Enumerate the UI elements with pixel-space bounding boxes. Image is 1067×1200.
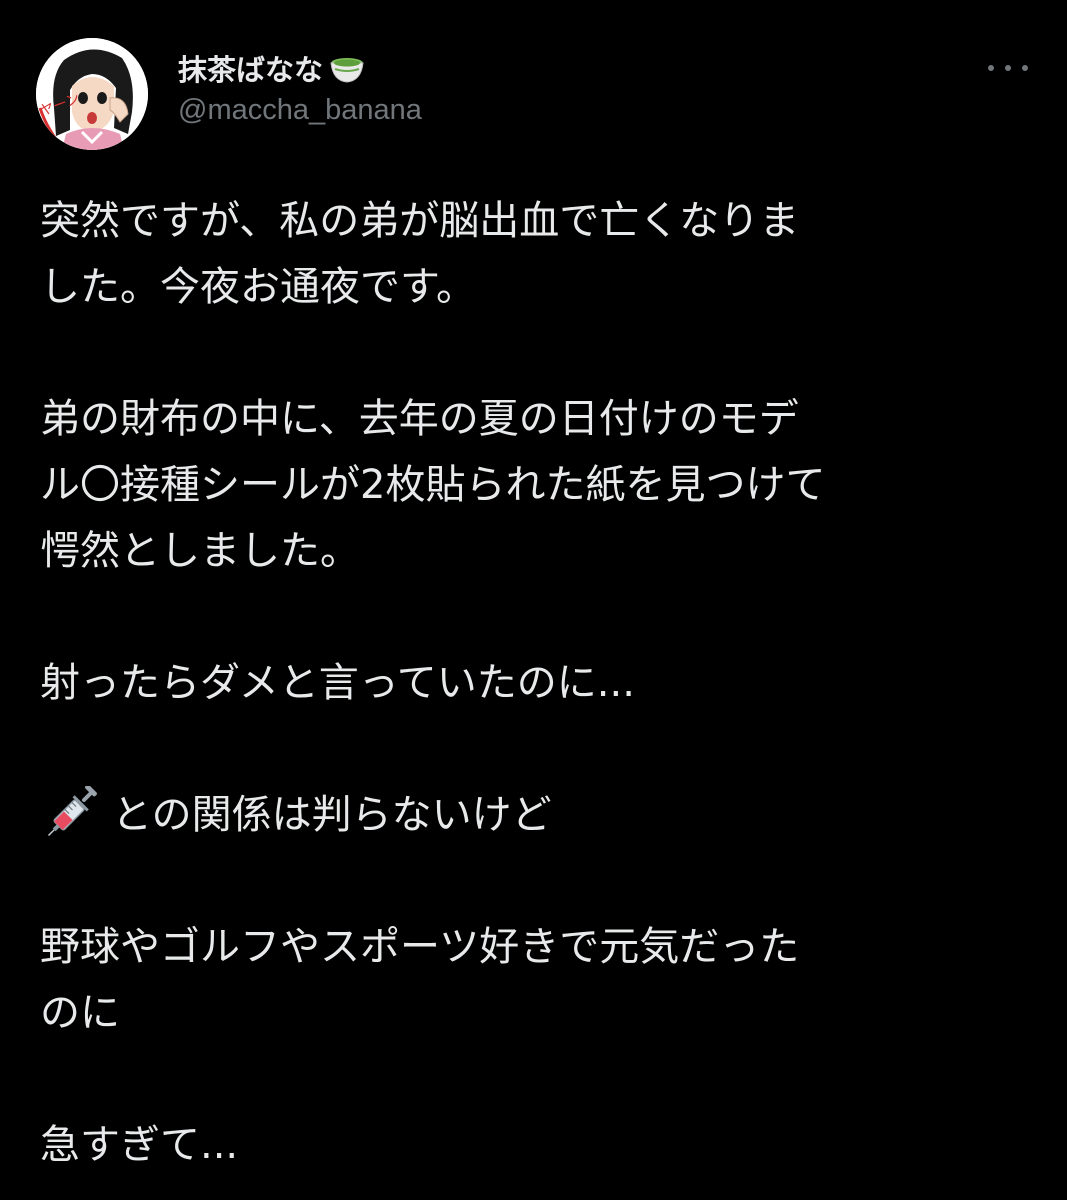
tweet-line: 弟の財布の中に、去年の夏の日付けのモデ [40,396,799,442]
more-horizontal-icon-dot [1022,65,1028,71]
manga-girl-avatar-image: ヤーン [36,38,148,150]
tweet-line: 急すぎて... [40,1122,239,1168]
display-name[interactable]: 抹茶ばなな [178,48,367,88]
tweet-line: 射ったらダメと言っていたのに... [40,660,635,706]
matcha-tea-icon [327,51,367,85]
tweet-card: ヤーン 抹茶ばなな @maccha_banana 突然ですが、私の弟が脳出血で亡… [0,0,1067,1200]
tweet-text: 突然ですが、私の弟が脳出血で亡くなりま した。今夜お通夜です。 弟の財布の中に、… [40,188,1040,1178]
more-horizontal-icon-dot [1005,65,1011,71]
more-horizontal-icon [988,65,994,71]
user-handle[interactable]: @maccha_banana [178,94,422,127]
tweet-line: 野球やゴルフやスポーツ好きで元気だった [40,924,800,970]
tweet-line-text: との関係は判らないけど [112,792,552,838]
display-name-text: 抹茶ばなな [178,53,324,87]
more-options-button[interactable] [988,58,1028,78]
syringe-icon [40,784,98,844]
tweet-line: 愕然としました。 [40,528,360,574]
tweet-line: した。今夜お通夜です。 [40,264,476,310]
tweet-line: 突然ですが、私の弟が脳出血で亡くなりま [40,198,800,244]
tweet-line-with-icon: との関係は判らないけど [40,782,1040,848]
avatar[interactable]: ヤーン [36,38,148,150]
tweet-line: のに [40,990,120,1036]
tweet-line: ル〇接種シールが2枚貼られた紙を見つけて [40,462,826,508]
